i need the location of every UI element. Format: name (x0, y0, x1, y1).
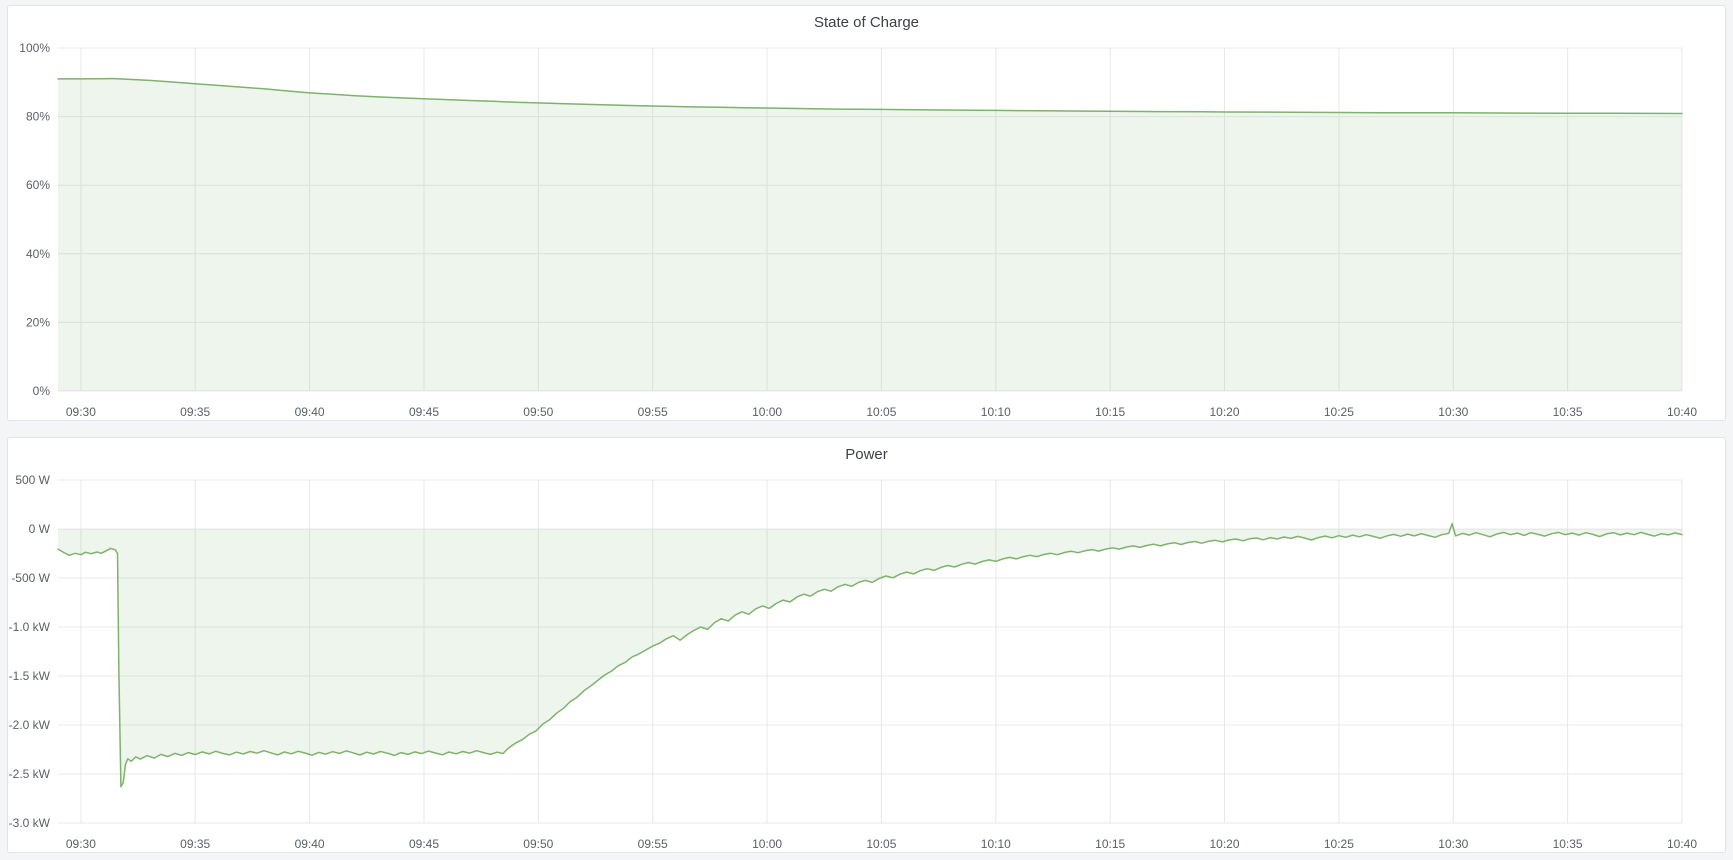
x-axis-tick-label: 09:35 (180, 405, 210, 419)
y-axis-tick-label: 0 W (29, 522, 51, 536)
x-axis-tick-label: 10:20 (1209, 405, 1239, 419)
x-axis-tick-label: 09:40 (295, 837, 325, 851)
y-axis-tick-label: 40% (26, 247, 50, 261)
x-axis-tick-label: 09:55 (638, 405, 668, 419)
x-axis-tick-label: 10:15 (1095, 405, 1125, 419)
x-axis-tick-label: 10:40 (1667, 837, 1697, 851)
y-axis-tick-label: -500 W (11, 571, 50, 585)
x-axis-tick-label: 09:30 (66, 837, 96, 851)
panel-title-power[interactable]: Power (8, 438, 1725, 468)
x-axis-tick-label: 09:30 (66, 405, 96, 419)
x-axis-tick-label: 10:10 (981, 837, 1011, 851)
series-area-fill (58, 524, 1682, 787)
x-axis-tick-label: 10:40 (1667, 405, 1697, 419)
x-axis-tick-label: 09:45 (409, 405, 439, 419)
x-axis-tick-label: 09:35 (180, 837, 210, 851)
x-axis-tick-label: 10:30 (1438, 405, 1468, 419)
x-axis-tick-label: 10:30 (1438, 837, 1468, 851)
series-area-fill (58, 79, 1682, 392)
x-axis-tick-label: 10:00 (752, 405, 782, 419)
y-axis-tick-label: -2.5 kW (9, 767, 51, 781)
x-axis-tick-label: 10:35 (1553, 837, 1583, 851)
x-axis-tick-label: 10:25 (1324, 837, 1354, 851)
x-axis-tick-label: 10:20 (1209, 837, 1239, 851)
x-axis-tick-label: 10:00 (752, 837, 782, 851)
y-axis-tick-label: -1.5 kW (9, 669, 51, 683)
y-axis-tick-label: 60% (26, 178, 50, 192)
y-axis-tick-label: -2.0 kW (9, 718, 51, 732)
x-axis-tick-label: 09:55 (638, 837, 668, 851)
x-axis-tick-label: 10:05 (866, 837, 896, 851)
state-of-charge-chart-plot[interactable]: 100% 80% 60% 40% 20% 0% 09:30 09:35 09:40 09:45 09… (8, 6, 1725, 420)
panel-title-state-of-charge[interactable]: State of Charge (8, 6, 1725, 36)
x-axis-tick-label: 09:40 (295, 405, 325, 419)
y-axis-tick-label: 20% (26, 315, 50, 329)
x-axis-tick-label: 09:50 (523, 405, 553, 419)
y-axis-tick-label: 0% (33, 384, 51, 398)
x-axis-tick-label: 10:15 (1095, 837, 1125, 851)
y-axis-tick-label: -1.0 kW (9, 620, 51, 634)
y-axis-tick-label: 100% (19, 41, 50, 55)
panel-state-of-charge: 100% 80% 60% 40% 20% 0% 09:30 09:35 09:40 09:45 09… (7, 5, 1726, 421)
x-axis-tick-label: 09:45 (409, 837, 439, 851)
power-chart-plot[interactable]: 500 W 0 W -500 W -1.0 kW -1.5 kW -2.0 kW -2.5 … (8, 438, 1725, 852)
y-axis-tick-label: 500 W (15, 473, 50, 487)
x-axis-tick-label: 10:10 (981, 405, 1011, 419)
x-axis-tick-label: 10:25 (1324, 405, 1354, 419)
panel-power: 500 W 0 W -500 W -1.0 kW -1.5 kW -2.0 kW -2.5 … (7, 437, 1726, 853)
x-axis-tick-label: 09:50 (523, 837, 553, 851)
y-axis-tick-label: -3.0 kW (9, 816, 51, 830)
x-axis-tick-label: 10:35 (1553, 405, 1583, 419)
x-axis-tick-label: 10:05 (866, 405, 896, 419)
y-axis-tick-label: 80% (26, 110, 50, 124)
